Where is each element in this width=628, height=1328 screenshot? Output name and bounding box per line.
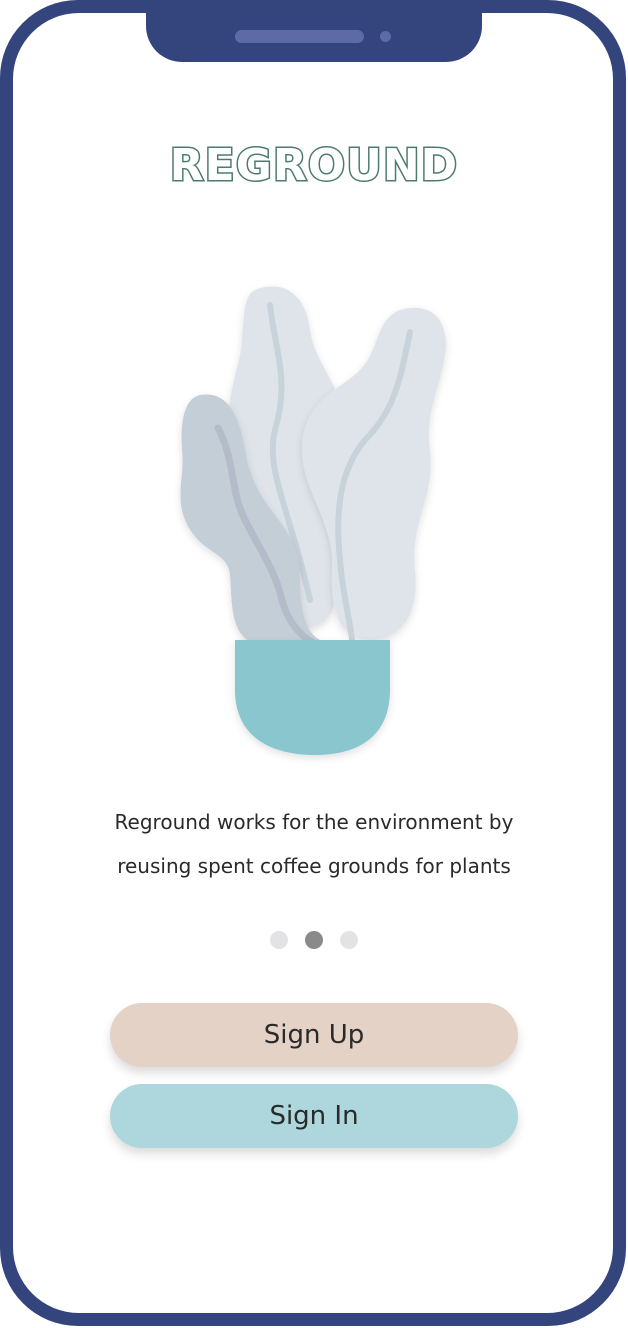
description-line-1: Reground works for the environment by xyxy=(114,810,514,834)
plant-pot xyxy=(235,640,390,755)
pagination-dots xyxy=(0,931,628,949)
pagination-dot-1[interactable] xyxy=(270,931,288,949)
pagination-dot-2-active[interactable] xyxy=(305,931,323,949)
sign-up-button[interactable]: Sign Up xyxy=(110,1003,518,1067)
description-line-2: reusing spent coffee grounds for plants xyxy=(117,854,511,878)
speaker-grille xyxy=(235,30,364,43)
phone-frame: REGROUND Reground works for the environm… xyxy=(0,0,628,1328)
app-title: REGROUND xyxy=(168,139,459,193)
front-camera xyxy=(380,31,391,42)
sign-in-button[interactable]: Sign In xyxy=(110,1084,518,1148)
pagination-dot-3[interactable] xyxy=(340,931,358,949)
onboarding-description: Reground works for the environment by re… xyxy=(0,800,628,888)
potted-plant-illustration xyxy=(180,286,446,755)
